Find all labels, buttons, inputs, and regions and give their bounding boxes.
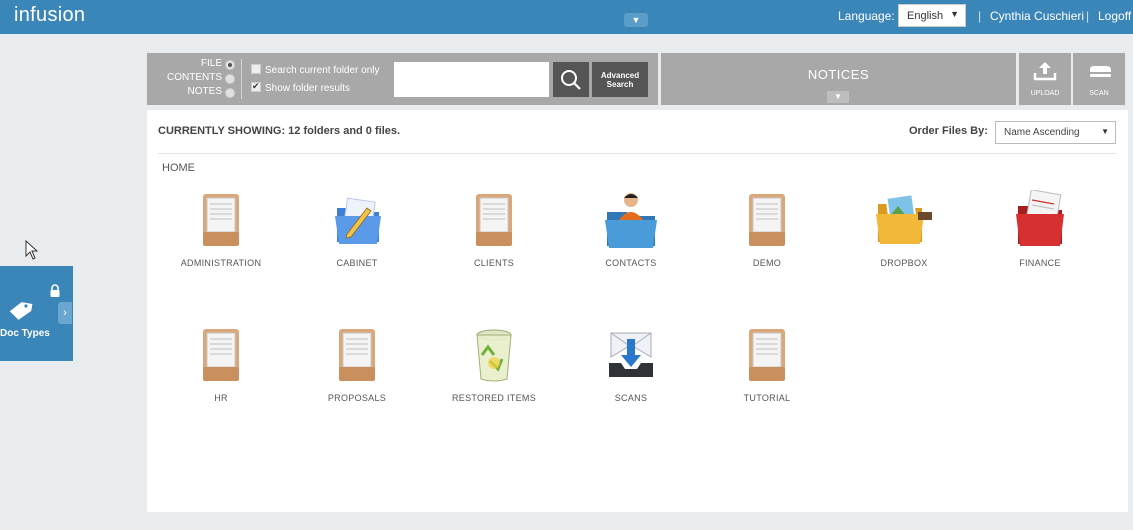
recycle-bin-icon [476,329,512,382]
folder-name: SCANS [614,393,648,403]
upload-label: UPLOAD [1030,90,1060,97]
search-mode-notes[interactable]: NOTES [147,86,237,100]
folder-name: CLIENTS [473,258,515,268]
drawer-icon [203,329,239,381]
language-label: Language: [838,9,895,23]
drawer-icon [749,194,785,246]
folder-item[interactable]: DROPBOX [844,190,964,268]
drawer-icon [476,194,512,246]
mouse-cursor-icon [25,240,39,260]
checkbox[interactable] [251,81,261,92]
file-browser-panel: CURRENTLY SHOWING: 12 folders and 0 file… [147,110,1128,512]
show-folder-results-checkbox[interactable]: Show folder results [251,81,351,94]
scan-label: SCAN [1089,90,1109,97]
folder-name: ADMINISTRATION [180,258,262,268]
folder-name: RESTORED ITEMS [451,393,537,403]
search-toolbar: FILE CONTENTS NOTES Search current folde… [147,53,658,105]
radio-button[interactable] [225,88,235,98]
folder-name: PROPOSALS [327,393,387,403]
search-icon [561,69,581,90]
checkbox-label: Show folder results [265,83,351,94]
photo-folder-icon [876,193,932,244]
folder-item[interactable]: CONTACTS [571,190,691,268]
folder-name: DROPBOX [880,258,928,268]
folder-item[interactable]: PROPOSALS [297,325,417,403]
order-files-label: Order Files By: [909,125,988,137]
order-files-select[interactable]: Name Ascending ▼ [995,121,1116,144]
inbox-download-icon [609,332,653,377]
notices-toggle-button[interactable]: ▼ [827,91,849,103]
search-mode-file[interactable]: FILE [147,58,237,72]
upload-button[interactable]: UPLOAD [1019,53,1071,105]
folder-name: HR [214,393,228,403]
checkbox[interactable] [251,64,261,74]
search-input[interactable] [394,62,549,97]
doc-types-panel[interactable]: › Doc Types [0,266,73,361]
drawer-icon [749,329,785,381]
folder-item[interactable]: RESTORED ITEMS [434,325,554,403]
upload-icon [1033,62,1057,81]
chevron-right-icon: › [63,307,67,319]
folder-item[interactable]: ADMINISTRATION [161,190,281,268]
drawer-icon [203,194,239,246]
top-bar: infusion ▼ Language: English ▼ | Cynthia… [0,0,1133,34]
folder-item[interactable]: DEMO [707,190,827,268]
red-folder-icon [1016,190,1064,246]
search-mode-label: FILE [200,58,222,69]
breadcrumb[interactable]: HOME [162,162,195,174]
scanner-icon [1090,66,1111,77]
notices-panel[interactable]: NOTICES ▼ [661,53,1016,105]
lock-icon [50,284,60,297]
advanced-search-button[interactable]: Advanced Search [592,62,648,97]
search-mode-label: CONTENTS [167,72,222,83]
notices-title: NOTICES [807,67,870,82]
doc-types-label: Doc Types [0,328,50,339]
folder-item[interactable]: TUTORIAL [707,325,827,403]
folder-item[interactable]: FINANCE [980,190,1100,268]
contacts-folder-icon [605,193,657,248]
advanced-search-label: Advanced [600,71,640,80]
checkbox-label: Search current folder only [265,65,380,76]
chevron-down-icon: ▼ [834,92,842,101]
folder-name: TUTORIAL [743,393,791,403]
expand-panel-button[interactable]: › [58,302,72,324]
folder-name: CONTACTS [605,258,657,268]
search-current-folder-checkbox[interactable]: Search current folder only [251,64,380,76]
header-toggle-button[interactable]: ▼ [624,13,648,27]
app-logo[interactable]: infusion [14,4,85,27]
radio-button[interactable] [225,74,235,84]
radio-button[interactable] [225,60,235,70]
separator: | [1086,9,1090,23]
folder-name: FINANCE [1019,258,1061,268]
folder-name: CABINET [336,258,378,268]
pencil-folder-icon [335,197,381,244]
dropdown-arrow-icon: ▼ [950,9,959,19]
dropdown-arrow-icon: ▼ [1101,127,1109,136]
search-mode-label: NOTES [187,86,222,97]
search-mode-group: FILE CONTENTS NOTES [147,58,237,100]
advanced-search-label: Search [606,80,634,89]
folder-item[interactable]: SCANS [571,325,691,403]
currently-showing-text: CURRENTLY SHOWING: 12 folders and 0 file… [158,125,401,137]
scan-button[interactable]: SCAN [1073,53,1125,105]
folder-name: DEMO [752,258,782,268]
search-button[interactable] [553,62,589,97]
language-select[interactable]: English ▼ [898,4,966,27]
folder-item[interactable]: CLIENTS [434,190,554,268]
drawer-icon [339,329,375,381]
order-files-value: Name Ascending [1004,127,1080,138]
divider [241,59,242,99]
user-name-link[interactable]: Cynthia Cuschieri [990,9,1084,23]
chevron-down-icon: ▼ [631,15,641,25]
tag-icon [9,302,33,320]
divider [158,153,1116,154]
search-mode-contents[interactable]: CONTENTS [147,72,237,86]
folder-item[interactable]: HR [161,325,281,403]
separator: | [978,9,982,23]
folder-item[interactable]: CABINET [297,190,417,268]
language-value: English [907,10,944,22]
logoff-link[interactable]: Logoff [1098,9,1131,23]
